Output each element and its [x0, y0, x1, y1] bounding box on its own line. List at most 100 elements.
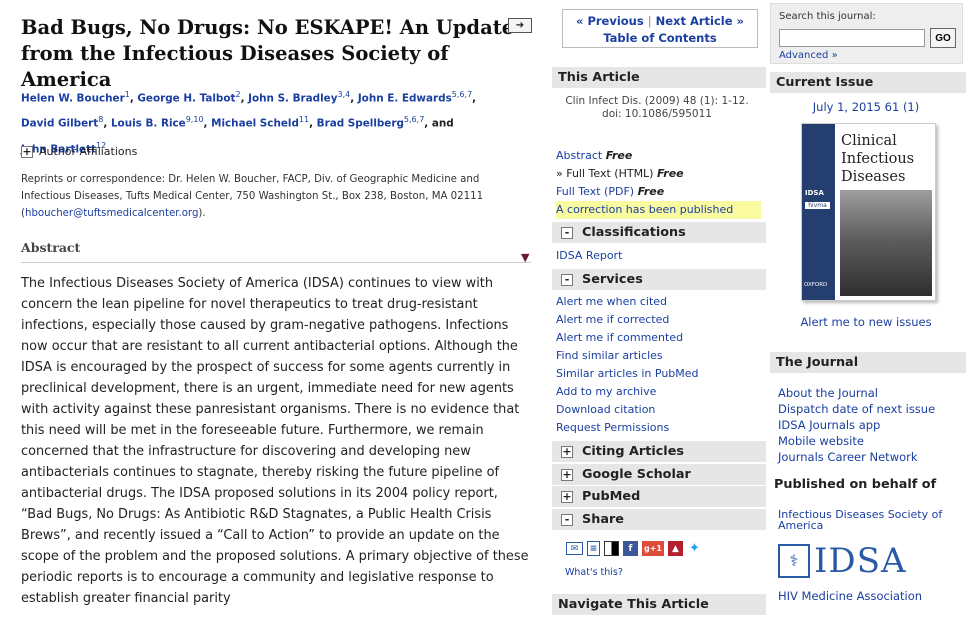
correction-link[interactable]: A correction has been published: [556, 201, 761, 219]
add-archive-link[interactable]: Add to my archive: [556, 385, 656, 398]
dispatch-date-link[interactable]: Dispatch date of next issue: [778, 402, 935, 416]
delicious-icon[interactable]: [604, 541, 619, 556]
similar-pubmed-link[interactable]: Similar articles in PubMed: [556, 367, 699, 380]
current-issue-heading: Current Issue: [770, 72, 966, 93]
search-input[interactable]: [779, 29, 925, 47]
alert-corrected-link[interactable]: Alert me if corrected: [556, 313, 669, 326]
list-item: Find similar articles: [556, 347, 699, 365]
author-link[interactable]: John E. Edwards: [358, 92, 452, 104]
abstract-text: The Infectious Diseases Society of Ameri…: [21, 276, 529, 606]
list-item: Similar articles in PubMed: [556, 365, 699, 383]
alert-commented-link[interactable]: Alert me if commented: [556, 331, 683, 344]
download-citation-link[interactable]: Download citation: [556, 403, 655, 416]
plus-icon: +: [21, 144, 33, 158]
author-affiliations-toggle[interactable]: + Author Affiliations: [21, 145, 137, 158]
share-toggle[interactable]: - Share: [552, 509, 766, 530]
list-item: Alert me if commented: [556, 329, 699, 347]
career-network-link[interactable]: Journals Career Network: [778, 450, 918, 464]
idsa-society-link[interactable]: Infectious Diseases Society of America: [778, 509, 958, 531]
twitter-icon[interactable]: ✦: [687, 541, 702, 556]
hiv-medicine-link[interactable]: HIV Medicine Association: [778, 589, 922, 603]
journal-links: About the Journal Dispatch date of next …: [778, 385, 935, 465]
author-link[interactable]: John S. Bradley: [248, 92, 337, 104]
idsa-logo-text: IDSA: [814, 541, 907, 581]
google-scholar-heading: Google Scholar: [582, 467, 691, 482]
list-item: IDSA Journals app: [778, 417, 935, 433]
pubmed-toggle[interactable]: + PubMed: [552, 486, 766, 507]
alert-cited-link[interactable]: Alert me when cited: [556, 295, 667, 308]
full-text-html-link[interactable]: Full Text (HTML): [566, 167, 653, 180]
mobile-website-link[interactable]: Mobile website: [778, 434, 864, 448]
bullet: »: [556, 167, 567, 180]
pubmed-heading: PubMed: [582, 489, 641, 504]
minus-icon: -: [561, 273, 573, 286]
author-link[interactable]: Michael Scheld: [211, 118, 299, 130]
author-separator: ,: [203, 117, 212, 130]
author-affiliation-number[interactable]: 3,4: [338, 90, 351, 99]
go-button[interactable]: GO: [930, 28, 956, 48]
list-item: Abstract Free: [556, 147, 761, 165]
author-affiliation-number[interactable]: 11: [299, 115, 309, 124]
previous-article-link[interactable]: « Previous: [576, 14, 644, 28]
correspondence: Reprints or correspondence: Dr. Helen W.…: [21, 174, 484, 219]
full-text-pdf-link[interactable]: Full Text (PDF): [556, 185, 634, 198]
citing-articles-toggle[interactable]: + Citing Articles: [552, 441, 766, 462]
list-item: Add to my archive: [556, 383, 699, 401]
about-journal-link[interactable]: About the Journal: [778, 386, 878, 400]
advanced-search-link[interactable]: Advanced »: [779, 50, 838, 61]
email-icon[interactable]: ✉: [566, 542, 583, 555]
list-item: Request Permissions: [556, 419, 699, 437]
table-of-contents-link[interactable]: Table of Contents: [603, 31, 716, 45]
navigate-article-heading[interactable]: Navigate This Article: [552, 594, 766, 615]
search-label: Search this journal:: [779, 11, 876, 22]
correspondence-text: Reprints or correspondence: Dr. Helen W.…: [21, 174, 484, 202]
author-affiliation-number[interactable]: 5,6,7: [452, 90, 472, 99]
find-similar-link[interactable]: Find similar articles: [556, 349, 663, 362]
list-item: A correction has been published: [556, 201, 761, 219]
journals-app-link[interactable]: IDSA Journals app: [778, 418, 880, 432]
mendeley-icon[interactable]: ▲: [668, 541, 683, 556]
author-link[interactable]: Helen W. Boucher: [21, 92, 125, 104]
current-issue-link[interactable]: July 1, 2015 61 (1): [768, 100, 964, 114]
author-link[interactable]: Louis B. Rice: [111, 118, 186, 130]
minus-icon: -: [561, 513, 573, 526]
cover-oxford: OXFORD: [804, 282, 828, 288]
author-affiliation-number[interactable]: 9,10: [186, 115, 204, 124]
article-title: Bad Bugs, No Drugs: No ESKAPE! An Update…: [21, 16, 515, 91]
doi: doi: 10.1086/595011: [602, 108, 712, 120]
facebook-icon[interactable]: f: [623, 541, 638, 556]
access-links: Abstract Free » Full Text (HTML) Free Fu…: [556, 147, 761, 219]
free-badge: Free: [656, 167, 684, 180]
article-main: Bad Bugs, No Drugs: No ESKAPE! An Update…: [0, 0, 548, 629]
author-link[interactable]: Brad Spellberg: [317, 118, 404, 130]
minus-icon: -: [561, 226, 573, 239]
classifications-heading: Classifications: [582, 225, 686, 240]
list-item: Journals Career Network: [778, 449, 935, 465]
author-affiliation-number[interactable]: 5,6,7: [404, 115, 424, 124]
list-item: Alert me if corrected: [556, 311, 699, 329]
author-link[interactable]: David Gilbert: [21, 118, 98, 130]
abstract-link[interactable]: Abstract: [556, 149, 602, 162]
idsa-logo[interactable]: ⚕ IDSA: [778, 541, 907, 581]
correspondence-email-link[interactable]: hboucher@tuftsmedicalcenter.org: [25, 208, 198, 219]
share-icons: ✉ ≡ f g+1 ▲ ✦: [566, 541, 702, 556]
author-link[interactable]: George H. Talbot: [137, 92, 235, 104]
whats-this-link[interactable]: What's this?: [565, 567, 623, 578]
classifications-toggle[interactable]: - Classifications: [552, 222, 766, 243]
google-plus-icon[interactable]: g+1: [642, 541, 664, 556]
next-article-link[interactable]: Next Article »: [656, 14, 744, 28]
services-heading: Services: [582, 272, 643, 287]
article-sidebar: « Previous | Next Article » Table of Con…: [552, 0, 766, 629]
abstract-heading: Abstract: [21, 240, 81, 255]
citeulike-icon[interactable]: ≡: [587, 541, 600, 556]
idsa-report-link[interactable]: IDSA Report: [556, 249, 622, 262]
request-permissions-link[interactable]: Request Permissions: [556, 421, 669, 434]
divider: [21, 262, 531, 263]
journal-cover-image[interactable]: IDSA hivma OXFORD Clinical Infectious Di…: [801, 123, 936, 301]
google-scholar-toggle[interactable]: + Google Scholar: [552, 464, 766, 485]
services-toggle[interactable]: - Services: [552, 269, 766, 290]
journal-search: Search this journal: GO Advanced »: [770, 3, 963, 64]
alert-new-issues-link[interactable]: Alert me to new issues: [768, 315, 964, 329]
expand-icon[interactable]: ➔: [508, 18, 532, 33]
free-badge: Free: [637, 185, 665, 198]
